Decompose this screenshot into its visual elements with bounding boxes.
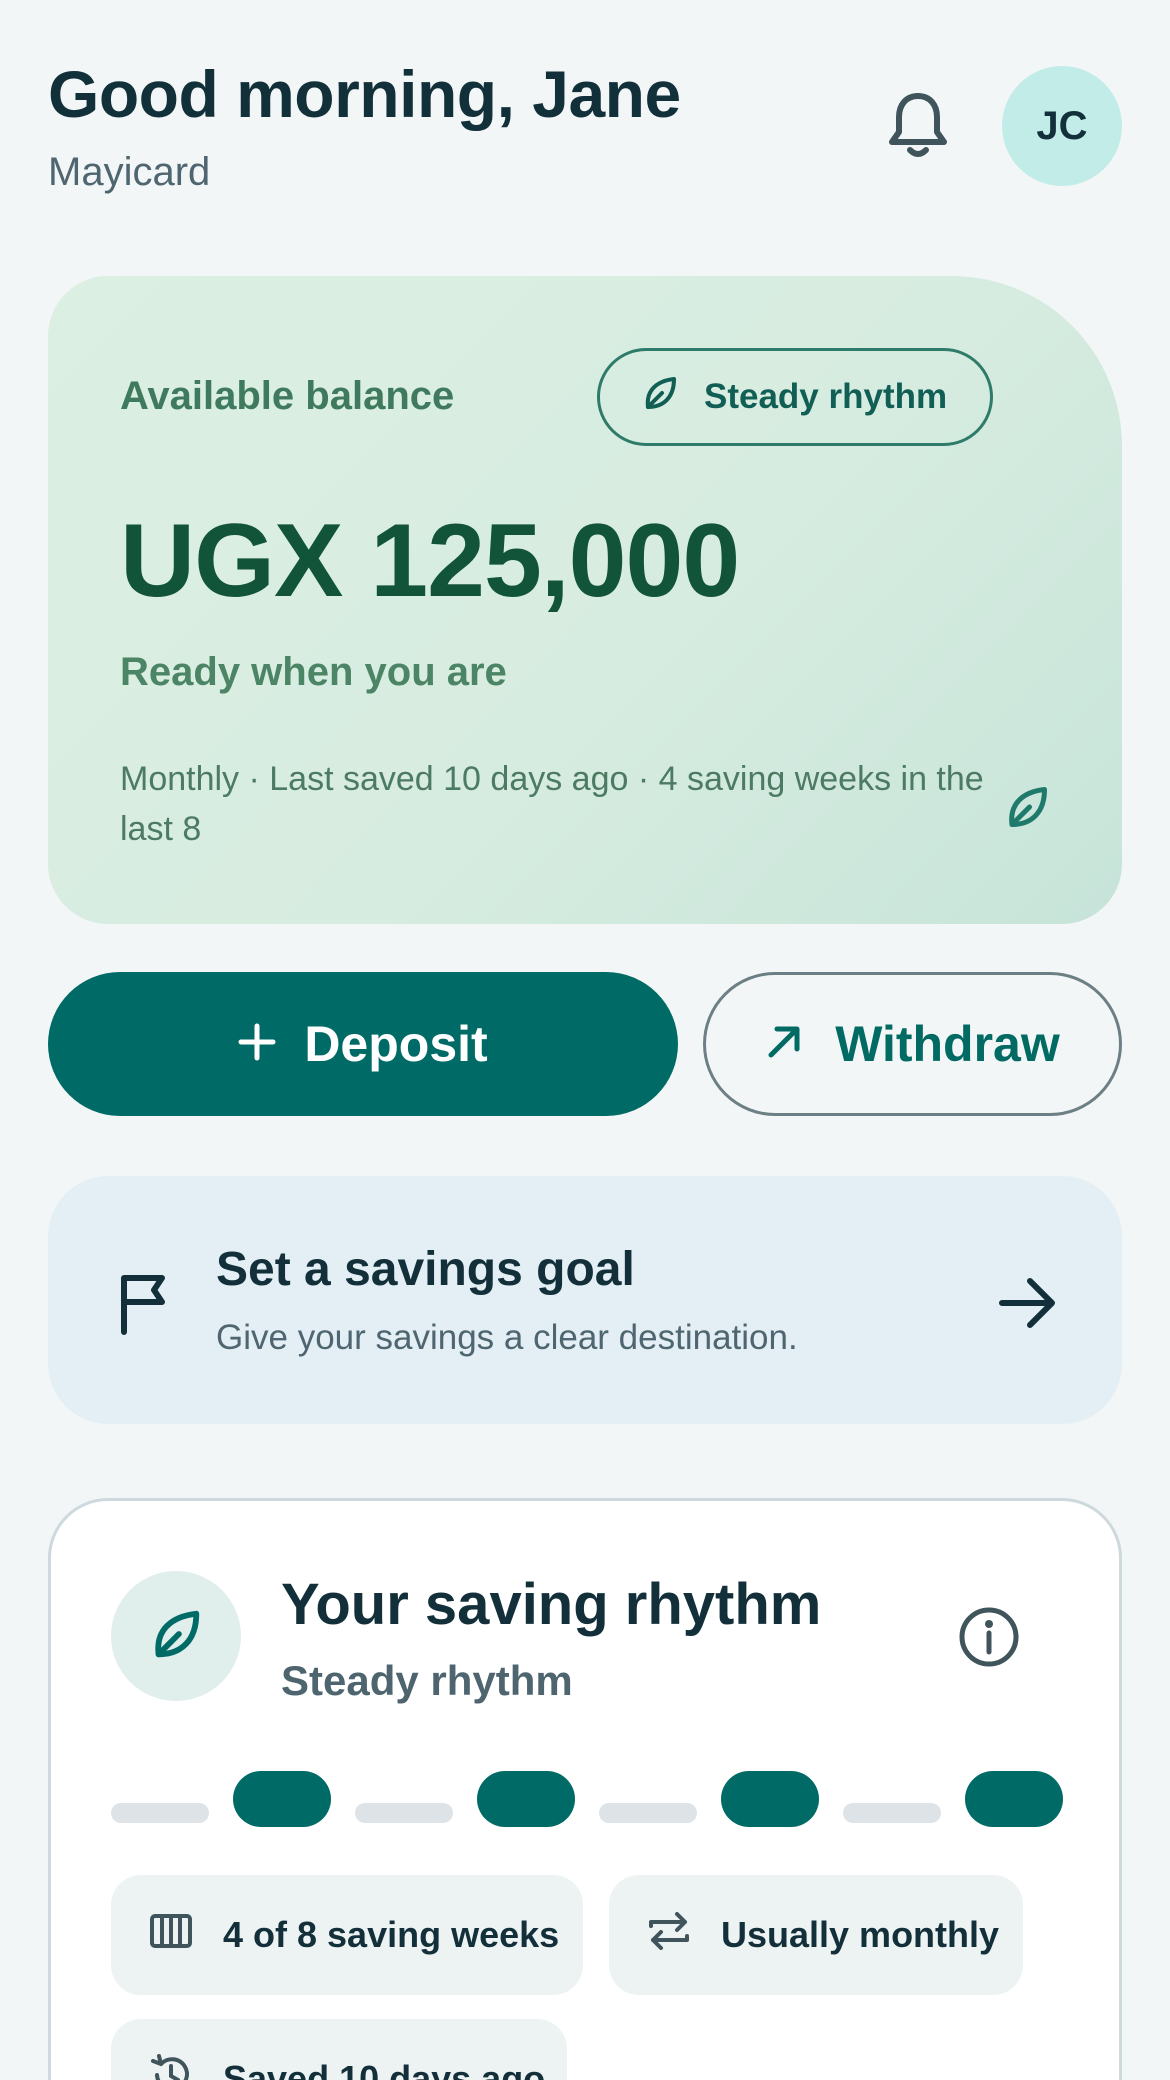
chip-label: Saved 10 days ago — [223, 2058, 546, 2080]
leaf-icon — [640, 373, 680, 422]
balance-card: Available balance Steady rhythm UGX 125,… — [48, 276, 1122, 924]
balance-meta: Monthly · Last saved 10 days ago · 4 sav… — [120, 760, 984, 848]
chip-last-saved: Saved 10 days ago — [111, 2019, 567, 2080]
rhythm-week-saved — [477, 1771, 575, 1827]
arrow-right-icon[interactable] — [998, 1276, 1058, 1330]
balance-amount: UGX 125,000 — [120, 503, 740, 619]
rhythm-week-empty — [355, 1803, 453, 1823]
chip-frequency: Usually monthly — [609, 1875, 1023, 1995]
rhythm-icon-circle — [111, 1571, 241, 1701]
greeting-title: Good morning, Jane — [48, 57, 681, 131]
balance-status: Ready when you are — [120, 650, 507, 694]
rhythm-week-saved — [965, 1771, 1063, 1827]
rhythm-week-empty — [599, 1803, 697, 1823]
avatar[interactable]: JC — [1002, 66, 1122, 186]
account-name: Mayicard — [48, 150, 211, 194]
rhythm-badge-label: Steady rhythm — [704, 377, 948, 416]
flag-icon — [118, 1272, 174, 1336]
saving-rhythm-card: Your saving rhythm Steady rhythm 4 of 8 … — [48, 1498, 1122, 2080]
rhythm-week-saved — [721, 1771, 819, 1827]
plus-icon — [238, 1015, 276, 1073]
history-icon — [149, 2053, 193, 2080]
deposit-label: Deposit — [304, 1016, 488, 1072]
rhythm-week-saved — [233, 1771, 331, 1827]
rhythm-subtitle: Steady rhythm — [281, 1657, 573, 1704]
bell-icon[interactable] — [886, 90, 950, 162]
savings-goal-card[interactable]: Set a savings goal Give your savings a c… — [48, 1176, 1122, 1424]
rhythm-title: Your saving rhythm — [281, 1572, 822, 1637]
arrow-up-right-icon — [765, 1015, 805, 1073]
rhythm-week-empty — [111, 1803, 209, 1823]
chip-saving-weeks: 4 of 8 saving weeks — [111, 1875, 583, 1995]
leaf-icon — [147, 1605, 205, 1668]
chip-label: 4 of 8 saving weeks — [223, 1914, 560, 1955]
withdraw-label: Withdraw — [835, 1016, 1060, 1072]
chip-label: Usually monthly — [721, 1914, 1000, 1955]
repeat-icon — [647, 1910, 691, 1961]
rhythm-week-empty — [843, 1803, 941, 1823]
rhythm-weeks — [111, 1771, 1071, 1831]
withdraw-button[interactable]: Withdraw — [703, 972, 1122, 1116]
rhythm-badge[interactable]: Steady rhythm — [597, 348, 993, 446]
deposit-button[interactable]: Deposit — [48, 972, 678, 1116]
calendar-bars-icon — [149, 1913, 193, 1958]
balance-label: Available balance — [120, 374, 455, 418]
goal-subtitle: Give your savings a clear destination. — [216, 1318, 798, 1357]
leaf-icon — [1002, 782, 1052, 832]
info-icon[interactable] — [957, 1605, 1021, 1669]
goal-title: Set a savings goal — [216, 1243, 635, 1296]
